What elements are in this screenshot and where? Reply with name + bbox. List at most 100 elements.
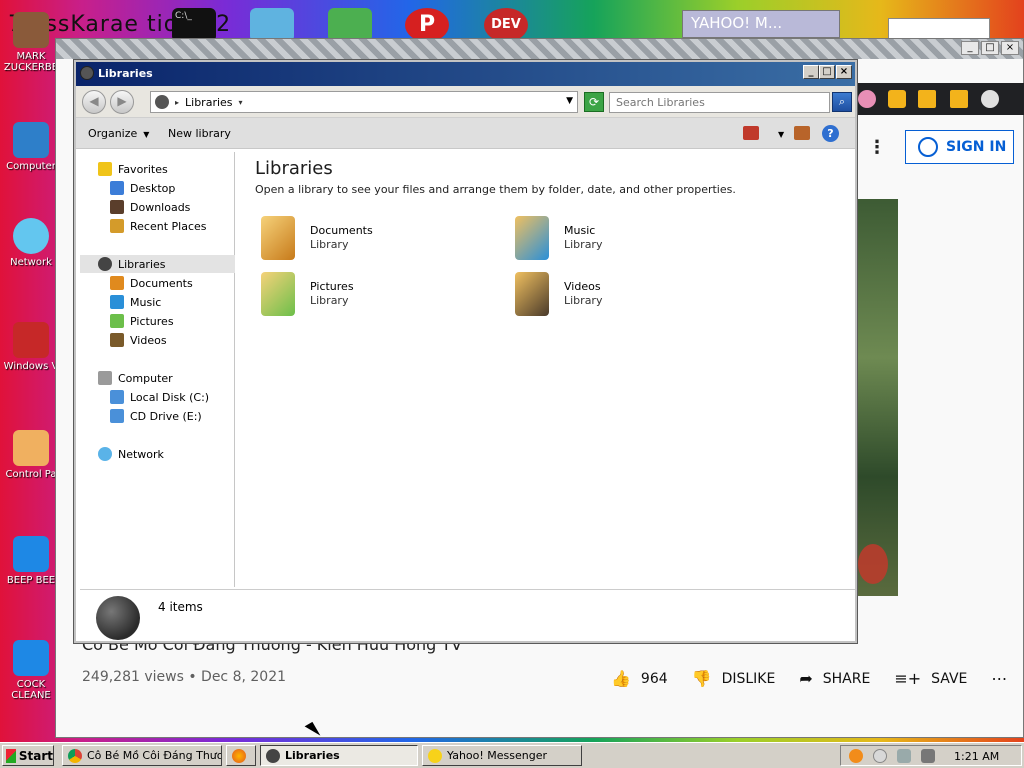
address-dropdown-icon[interactable]: ▼ [566, 96, 573, 106]
taskbar-item-firefox[interactable] [226, 745, 256, 766]
forward-button[interactable]: ▶ [110, 90, 134, 114]
content-pane: Libraries Open a library to see your fil… [236, 152, 855, 587]
nav-music[interactable]: Music [80, 293, 235, 311]
taskbar-item-yahoo-messenger[interactable]: Yahoo! Messenger [422, 745, 582, 766]
nav-libraries[interactable]: Libraries [80, 255, 235, 273]
game-icon[interactable] [328, 8, 372, 42]
share-button[interactable]: ➦ SHARE [799, 669, 870, 688]
explorer-title-bar[interactable]: Libraries _ □ × [76, 62, 855, 86]
desktop-icon-label: Computer [6, 161, 56, 172]
library-music[interactable]: Music Library [512, 216, 742, 264]
desktop-icon-label: Network [10, 257, 52, 268]
search-input[interactable] [609, 92, 830, 113]
account-icon [918, 137, 938, 157]
terminal-icon[interactable]: C:\_ [172, 8, 216, 42]
dislike-button[interactable]: 👎 DISLIKE [692, 669, 776, 688]
breadcrumb-libraries[interactable]: Libraries [185, 96, 233, 109]
back-button[interactable]: ◀ [82, 90, 106, 114]
nav-desktop[interactable]: Desktop [80, 179, 235, 197]
white-window-fragment [888, 18, 990, 40]
desktop-icon-computer[interactable]: Computer [0, 122, 62, 172]
nav-recent-places[interactable]: Recent Places [80, 217, 235, 235]
taskbar-item-chrome[interactable]: Cô Bé Mồ Côi Đáng Thươ... [62, 745, 222, 766]
desktop-icon-label: Control Pa [5, 469, 57, 480]
nav-videos[interactable]: Videos [80, 331, 235, 349]
like-button[interactable]: 👍 964 [611, 669, 668, 688]
music-library-icon [515, 216, 549, 260]
maximize-button[interactable]: □ [819, 65, 835, 79]
new-library-button[interactable]: New library [168, 127, 231, 140]
refresh-button[interactable]: ⟳ [584, 92, 604, 112]
yahoo-window-title[interactable]: YAHOO! M... [682, 10, 840, 38]
network-tray-icon[interactable] [897, 749, 911, 763]
video-views: 249,281 views • Dec 8, 2021 [82, 669, 287, 685]
library-kind: Library [310, 238, 349, 251]
windows-logo-icon [6, 748, 16, 763]
nav-pictures[interactable]: Pictures [80, 312, 235, 330]
desktop-icon-network[interactable]: Network [0, 218, 62, 268]
puzzle-icon[interactable] [888, 90, 906, 108]
nav-local-disk[interactable]: Local Disk (C:) [80, 388, 235, 406]
preview-pane-icon[interactable] [794, 126, 810, 140]
nav-cd-drive[interactable]: CD Drive (E:) [80, 407, 235, 425]
address-bar[interactable]: ▸ Libraries ▾ ▼ [150, 91, 578, 113]
library-videos[interactable]: Videos Library [512, 272, 742, 320]
library-documents[interactable]: Documents Library [258, 216, 488, 264]
p-icon[interactable]: P [405, 8, 449, 42]
search-tray-icon[interactable] [849, 749, 863, 763]
minimize-button[interactable]: _ [803, 65, 819, 79]
start-button[interactable]: Start [2, 745, 54, 766]
libraries-icon [155, 95, 169, 109]
chevron-down-icon[interactable]: ▾ [239, 98, 243, 107]
chevron-right-icon[interactable]: ▸ [175, 98, 179, 107]
dev-icon[interactable]: DEV [484, 8, 528, 42]
desktop-icon-control-panel[interactable]: Control Pa [0, 430, 62, 480]
organize-button[interactable]: Organize ▼ [88, 127, 149, 140]
navigation-pane: Favorites Desktop Downloads Recent Place… [80, 152, 235, 587]
browser-title-bar: _ □ × [56, 39, 1023, 59]
yahoo-messenger-icon [428, 748, 442, 763]
desktop-icon-beep[interactable]: BEEP BEE [0, 536, 62, 586]
explorer-window[interactable]: Libraries _ □ × ◀ ▶ ▸ Libraries ▾ ▼ ⟳ ⌕ … [74, 60, 857, 643]
profile-icon[interactable] [981, 90, 999, 108]
maximize-button[interactable]: □ [981, 41, 999, 55]
sidebar-icon[interactable] [950, 90, 968, 108]
view-options-icon[interactable] [743, 126, 759, 140]
close-button[interactable]: × [836, 65, 852, 79]
minimize-button[interactable]: _ [961, 41, 979, 55]
taskbar-item-libraries[interactable]: Libraries [260, 745, 418, 766]
library-pictures[interactable]: Pictures Library [258, 272, 488, 320]
video-player[interactable] [856, 199, 898, 596]
save-button[interactable]: ≡+ SAVE [894, 669, 967, 688]
more-options-icon[interactable]: ⋮ [868, 137, 886, 158]
nav-documents[interactable]: Documents [80, 274, 235, 292]
desktop-icon-cleaner[interactable]: COCK CLEANE [0, 640, 62, 701]
app-icon [13, 640, 49, 676]
search-icon[interactable]: ⌕ [832, 92, 852, 112]
view-dropdown[interactable]: ▼ [772, 127, 784, 140]
extension-icon[interactable] [858, 90, 876, 108]
nav-computer[interactable]: Computer [80, 369, 235, 387]
help-icon[interactable]: ? [822, 125, 839, 142]
playlist-icon[interactable] [918, 90, 936, 108]
nav-downloads[interactable]: Downloads [80, 198, 235, 216]
more-actions-button[interactable]: ⋯ [991, 669, 1007, 688]
clock[interactable]: 1:21 AM [954, 750, 999, 763]
share-icon: ➦ [799, 669, 813, 688]
nav-network[interactable]: Network [80, 445, 235, 463]
task-label: Libraries [285, 749, 340, 762]
messenger-tray-icon[interactable] [873, 749, 887, 763]
videos-icon [110, 333, 124, 347]
desktop-icon-recycle-bin[interactable]: Windows V [0, 322, 62, 372]
close-button[interactable]: × [1001, 41, 1019, 55]
sign-in-button[interactable]: SIGN IN [905, 130, 1014, 164]
desktop-icon-label: BEEP BEE [6, 575, 56, 586]
desktop-icon-mark-zuckerberg[interactable]: MARK ZUCKERBE [0, 12, 62, 73]
pictures-library-icon [261, 272, 295, 316]
control-panel-icon [13, 430, 49, 466]
nav-favorites[interactable]: Favorites [80, 160, 235, 178]
volume-icon[interactable] [921, 749, 935, 763]
page-title: Libraries [255, 158, 333, 179]
folder-icon[interactable] [250, 8, 294, 42]
desktop-icon-label: COCK CLEANE [11, 679, 51, 701]
